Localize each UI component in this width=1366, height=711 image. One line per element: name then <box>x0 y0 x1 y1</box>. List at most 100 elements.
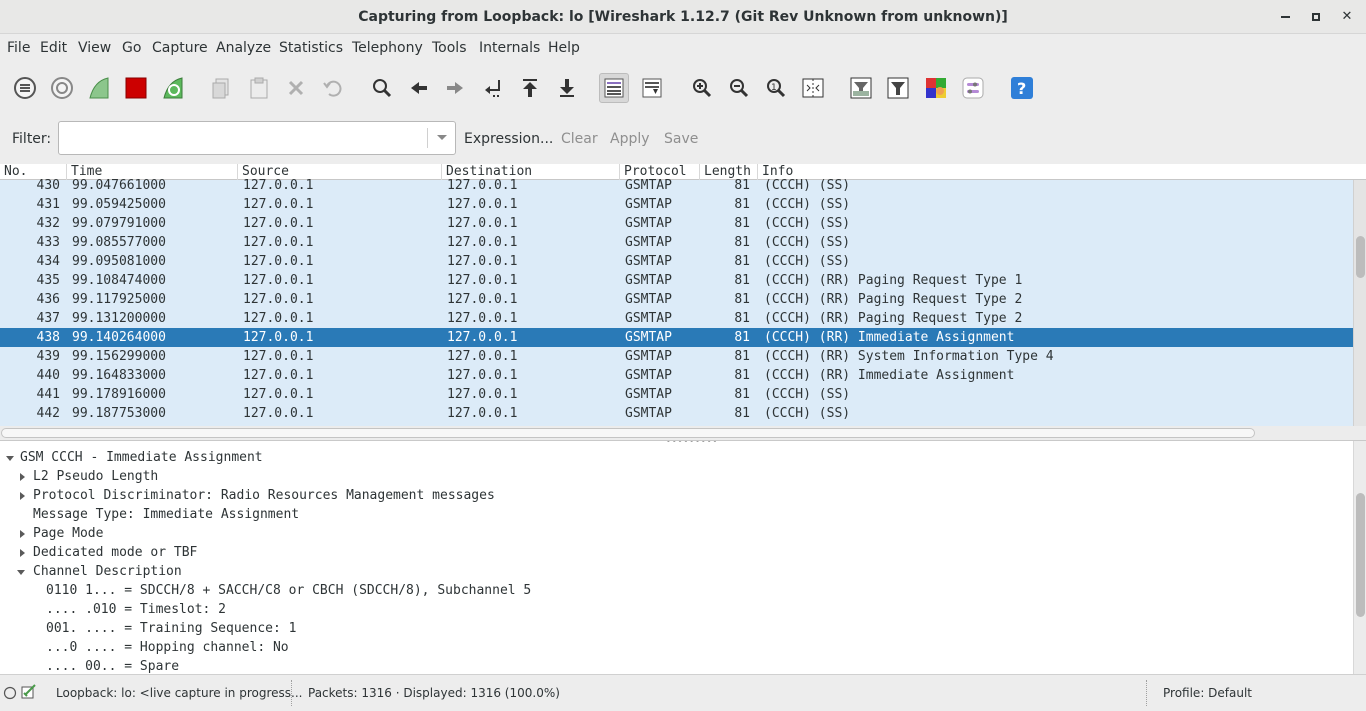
chevron-down-icon[interactable] <box>437 135 447 140</box>
table-row[interactable]: 441 99.178916000 127.0.0.1 127.0.0.1 GSMTAP 8… <box>0 385 1353 404</box>
go-back-button[interactable] <box>404 73 434 103</box>
collapse-arrow-icon[interactable] <box>17 570 25 575</box>
table-row[interactable]: 436 99.117925000 127.0.0.1 127.0.0.1 GSMTAP 8… <box>0 290 1353 309</box>
table-row[interactable]: 432 99.079791000 127.0.0.1 127.0.0.1 GSMTAP 8… <box>0 214 1353 233</box>
expand-arrow-icon[interactable] <box>20 492 25 500</box>
autoscroll-button[interactable] <box>637 73 667 103</box>
go-to-packet-button[interactable] <box>478 73 508 103</box>
restart-capture-button[interactable] <box>158 73 188 103</box>
display-filters-button[interactable] <box>883 73 913 103</box>
save-filter-button[interactable]: Save <box>664 131 698 147</box>
reload-button[interactable] <box>318 73 348 103</box>
table-row[interactable]: 433 99.085577000 127.0.0.1 127.0.0.1 GSMTAP 8… <box>0 233 1353 252</box>
expand-arrow-icon[interactable] <box>20 473 25 481</box>
pane-splitter-handle[interactable]: ••••••••• <box>666 441 718 446</box>
collapse-arrow-icon[interactable] <box>6 456 14 461</box>
tree-item[interactable]: ...0 .... = Hopping channel: No <box>0 639 1350 658</box>
go-first-button[interactable] <box>515 73 545 103</box>
packet-list-vertical-scrollbar[interactable] <box>1353 180 1366 426</box>
tree-item[interactable]: 0110 1... = SDCCH/8 + SACCH/C8 or CBCH (… <box>0 582 1350 601</box>
packet-list[interactable]: No. Time Source Destination Protocol Len… <box>0 164 1366 440</box>
cell-time: 99.117925000 <box>72 292 166 307</box>
cell-source: 127.0.0.1 <box>243 330 314 345</box>
packet-list-horizontal-scrollbar[interactable] <box>0 426 1366 440</box>
table-row[interactable]: 439 99.156299000 127.0.0.1 127.0.0.1 GSMTAP 8… <box>0 347 1353 366</box>
autoscroll-icon <box>642 78 662 98</box>
table-row[interactable]: 434 99.095081000 127.0.0.1 127.0.0.1 GSMTAP 8… <box>0 252 1353 271</box>
resize-columns-button[interactable] <box>798 73 828 103</box>
capture-options-button[interactable] <box>47 73 77 103</box>
cell-length: 81 <box>734 292 750 307</box>
table-row[interactable]: 437 99.131200000 127.0.0.1 127.0.0.1 GSMTAP 8… <box>0 309 1353 328</box>
zoom-in-button[interactable] <box>687 73 717 103</box>
menu-file[interactable]: File <box>7 40 30 56</box>
stop-capture-button[interactable] <box>121 73 151 103</box>
tree-item[interactable]: L2 Pseudo Length <box>0 468 1350 487</box>
help-button[interactable]: ? <box>1007 73 1037 103</box>
maximize-button[interactable] <box>1304 6 1328 28</box>
status-separator <box>291 680 292 706</box>
tree-item[interactable]: Dedicated mode or TBF <box>0 544 1350 563</box>
clear-button[interactable]: Clear <box>561 131 598 147</box>
cell-source: 127.0.0.1 <box>243 216 314 231</box>
menu-help[interactable]: Help <box>548 40 580 56</box>
minimize-button[interactable] <box>1273 6 1297 28</box>
menu-go[interactable]: Go <box>122 40 141 56</box>
tree-item[interactable]: Protocol Discriminator: Radio Resources … <box>0 487 1350 506</box>
table-row[interactable]: 442 99.187753000 127.0.0.1 127.0.0.1 GSMTAP 8… <box>0 404 1353 423</box>
find-packet-button[interactable] <box>367 73 397 103</box>
tree-item[interactable]: .... 00.. = Spare <box>0 658 1350 674</box>
go-last-button[interactable] <box>552 73 582 103</box>
table-row[interactable]: 431 99.059425000 127.0.0.1 127.0.0.1 GSMTAP 8… <box>0 195 1353 214</box>
tree-item[interactable]: Message Type: Immediate Assignment <box>0 506 1350 525</box>
menu-edit[interactable]: Edit <box>40 40 67 56</box>
start-capture-button[interactable] <box>84 73 114 103</box>
normal-size-button[interactable]: 1 <box>761 73 791 103</box>
interface-list-button[interactable] <box>10 73 40 103</box>
open-file-icon <box>212 78 229 99</box>
expand-arrow-icon[interactable] <box>20 530 25 538</box>
cell-length: 81 <box>734 387 750 402</box>
capture-comment-icon[interactable] <box>21 684 37 700</box>
menu-view[interactable]: View <box>78 40 111 56</box>
open-file-button[interactable] <box>207 73 237 103</box>
close-button[interactable]: ✕ <box>1335 6 1359 28</box>
tree-item[interactable]: .... .010 = Timeslot: 2 <box>0 601 1350 620</box>
expand-arrow-icon[interactable] <box>20 549 25 557</box>
menu-analyze[interactable]: Analyze <box>216 40 271 56</box>
cell-source: 127.0.0.1 <box>243 292 314 307</box>
scrollbar-thumb[interactable] <box>1356 493 1365 617</box>
status-profile[interactable]: Profile: Default <box>1163 686 1252 700</box>
table-row[interactable]: 440 99.164833000 127.0.0.1 127.0.0.1 GSMTAP 8… <box>0 366 1353 385</box>
expert-info-icon[interactable] <box>3 686 17 700</box>
tree-item[interactable]: 001. .... = Training Sequence: 1 <box>0 620 1350 639</box>
scrollbar-thumb[interactable] <box>1 428 1255 438</box>
table-row[interactable]: 438 99.140264000 127.0.0.1 127.0.0.1 GSMTAP 8… <box>0 328 1353 347</box>
menu-tools[interactable]: Tools <box>432 40 467 56</box>
capture-filters-button[interactable] <box>846 73 876 103</box>
table-row[interactable]: 435 99.108474000 127.0.0.1 127.0.0.1 GSMTAP 8… <box>0 271 1353 290</box>
menu-capture[interactable]: Capture <box>152 40 208 56</box>
tree-item[interactable]: GSM CCCH - Immediate Assignment <box>0 449 1350 468</box>
tree-item[interactable]: Channel Description <box>0 563 1350 582</box>
apply-button[interactable]: Apply <box>610 131 650 147</box>
colorize-button[interactable] <box>599 73 629 103</box>
preferences-button[interactable] <box>958 73 988 103</box>
packet-details[interactable]: ••••••••• GSM CCCH - Immediate Assignmen… <box>0 440 1366 674</box>
menu-internals[interactable]: Internals <box>479 40 540 56</box>
table-row[interactable]: 430 99.047661000 127.0.0.1 127.0.0.1 GSMTAP 8… <box>0 176 1353 195</box>
zoom-out-button[interactable] <box>724 73 754 103</box>
menu-telephony[interactable]: Telephony <box>352 40 423 56</box>
expression-button[interactable]: Expression... <box>464 131 553 147</box>
scrollbar-thumb[interactable] <box>1356 236 1365 278</box>
cell-destination: 127.0.0.1 <box>447 349 518 364</box>
close-file-button[interactable] <box>281 73 311 103</box>
go-forward-button[interactable] <box>440 73 470 103</box>
filter-input[interactable] <box>58 121 456 155</box>
details-vertical-scrollbar[interactable] <box>1353 441 1366 674</box>
tree-item[interactable]: Page Mode <box>0 525 1350 544</box>
start-capture-icon <box>89 77 109 99</box>
coloring-rules-button[interactable] <box>921 73 951 103</box>
save-file-button[interactable] <box>244 73 274 103</box>
menu-statistics[interactable]: Statistics <box>279 40 343 56</box>
